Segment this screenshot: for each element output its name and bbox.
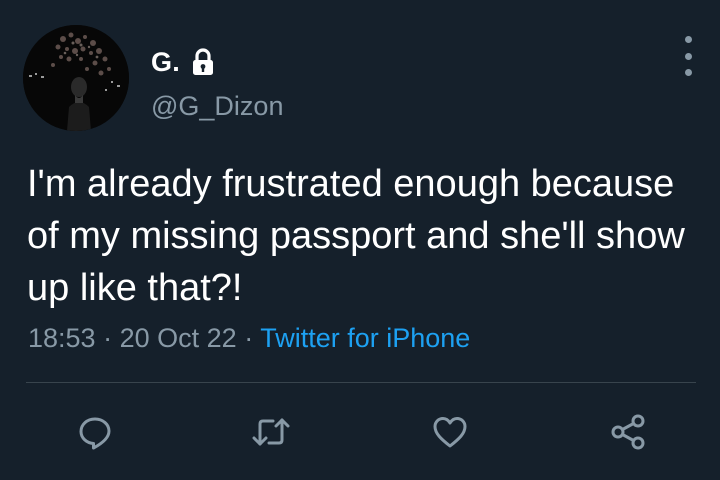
meta-separator: · xyxy=(103,323,113,353)
tweet-time[interactable]: 18:53 xyxy=(28,323,96,353)
share-button[interactable] xyxy=(607,410,651,454)
retweet-arrows-icon xyxy=(252,418,290,446)
more-dot-icon xyxy=(684,69,692,76)
like-button[interactable] xyxy=(428,410,472,454)
speech-bubble-icon xyxy=(79,417,111,450)
display-name[interactable]: G. xyxy=(151,47,180,78)
tweet-text: I'm already frustrated enough because of… xyxy=(27,163,685,309)
user-handle[interactable]: @G_Dizon xyxy=(151,91,283,122)
tweet-date[interactable]: 20 Oct 22 xyxy=(120,323,237,353)
more-options-button[interactable] xyxy=(676,36,700,76)
heart-icon xyxy=(433,417,467,448)
divider xyxy=(26,382,696,383)
avatar-image xyxy=(23,25,129,131)
more-dot-icon xyxy=(684,36,692,43)
meta-separator: · xyxy=(244,323,254,353)
lock-icon xyxy=(190,48,216,76)
avatar[interactable] xyxy=(23,25,129,131)
name-row: G. xyxy=(151,44,216,80)
tweet-detail: G. @G_Dizon I'm already frustrated enoug… xyxy=(0,0,720,480)
more-dot-icon xyxy=(684,52,692,60)
tweet-source-link[interactable]: Twitter for iPhone xyxy=(260,323,470,353)
reply-button[interactable] xyxy=(73,410,117,454)
tweet-actions xyxy=(0,410,720,454)
retweet-button[interactable] xyxy=(249,410,293,454)
tweet-meta: 18:53 · 20 Oct 22 · Twitter for iPhone xyxy=(28,323,470,354)
share-nodes-icon xyxy=(611,414,645,450)
